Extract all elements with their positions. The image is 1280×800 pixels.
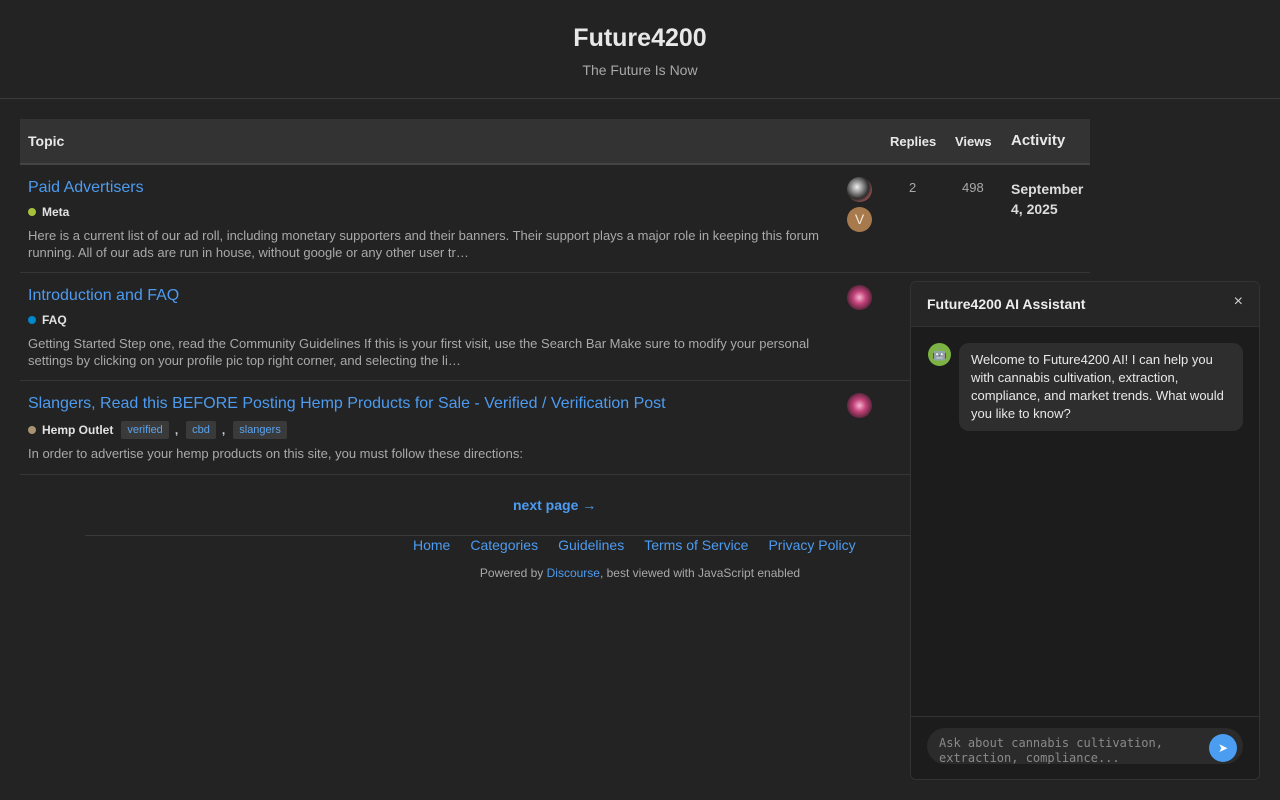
- activity-date[interactable]: September 4, 2025: [1011, 179, 1091, 219]
- tag-slangers[interactable]: slangers: [233, 421, 287, 439]
- discourse-link[interactable]: Discourse: [547, 566, 600, 580]
- category-color-dot: [28, 316, 36, 324]
- footer-link-guidelines[interactable]: Guidelines: [558, 537, 624, 553]
- category-color-dot: [28, 208, 36, 216]
- next-page-link[interactable]: next page →: [513, 497, 596, 513]
- topic-category[interactable]: Meta: [28, 205, 69, 219]
- topic-title-link[interactable]: Introduction and FAQ: [28, 287, 179, 305]
- chat-input-area: ➤: [911, 716, 1259, 779]
- send-button[interactable]: ➤: [1209, 734, 1237, 762]
- powered-suffix: , best viewed with JavaScript enabled: [599, 566, 801, 580]
- site-tagline: The Future Is Now: [582, 62, 698, 78]
- views-count: 498: [962, 180, 984, 195]
- powered-prefix: Powered by: [479, 566, 547, 580]
- table-row: Paid Advertisers Meta Here is a current …: [20, 165, 1090, 273]
- topic-excerpt: Getting Started Step one, read the Commu…: [28, 336, 810, 368]
- replies-count[interactable]: 2: [909, 180, 916, 195]
- tag-separator: ,: [221, 423, 226, 437]
- column-header-replies[interactable]: Replies: [890, 134, 936, 149]
- footer-link-categories[interactable]: Categories: [470, 537, 538, 553]
- topic-title-link[interactable]: Paid Advertisers: [28, 179, 144, 197]
- column-header-views[interactable]: Views: [955, 134, 992, 149]
- poster-avatars: [847, 393, 873, 423]
- footer-link-privacy[interactable]: Privacy Policy: [768, 537, 855, 553]
- tag-separator: ,: [174, 423, 179, 437]
- table-header: Topic Replies Views Activity: [20, 119, 1090, 165]
- poster-avatars: [847, 285, 873, 315]
- column-header-topic[interactable]: Topic: [28, 133, 64, 149]
- topic-category: Hemp Outlet verified , cbd , slangers: [28, 421, 287, 439]
- topic-category[interactable]: FAQ: [28, 313, 67, 327]
- site-header: Future4200 The Future Is Now: [0, 0, 1280, 99]
- site-title[interactable]: Future4200: [0, 23, 1280, 53]
- topic-excerpt: In order to advertise your hemp products…: [28, 446, 523, 461]
- ai-assistant-panel: Future4200 AI Assistant × 🤖 Welcome to F…: [910, 281, 1260, 780]
- footer-link-home[interactable]: Home: [413, 537, 450, 553]
- avatar[interactable]: V: [847, 207, 872, 232]
- footer-divider: [85, 535, 915, 536]
- chat-input[interactable]: [927, 728, 1243, 764]
- category-label: FAQ: [42, 313, 67, 327]
- chat-header: Future4200 AI Assistant ×: [911, 282, 1259, 327]
- robot-icon: 🤖: [928, 343, 951, 366]
- chat-title: Future4200 AI Assistant: [927, 296, 1086, 312]
- column-header-activity[interactable]: Activity: [1011, 132, 1065, 149]
- category-label[interactable]: Hemp Outlet: [42, 423, 113, 437]
- avatar[interactable]: [847, 177, 872, 202]
- avatar[interactable]: [847, 285, 872, 310]
- category-label: Meta: [42, 205, 70, 219]
- footer-nav: Home Categories Guidelines Terms of Serv…: [413, 537, 856, 553]
- close-icon[interactable]: ×: [1234, 293, 1243, 311]
- poster-avatars: V: [847, 177, 873, 237]
- topic-title-link[interactable]: Slangers, Read this BEFORE Posting Hemp …: [28, 395, 666, 413]
- category-color-dot: [28, 426, 36, 434]
- tag-verified[interactable]: verified: [121, 421, 169, 439]
- tag-cbd[interactable]: cbd: [186, 421, 216, 439]
- topic-excerpt: Here is a current list of our ad roll, i…: [28, 228, 819, 260]
- footer-link-terms[interactable]: Terms of Service: [644, 537, 748, 553]
- assistant-message: Welcome to Future4200 AI! I can help you…: [959, 343, 1243, 431]
- avatar[interactable]: [847, 393, 872, 418]
